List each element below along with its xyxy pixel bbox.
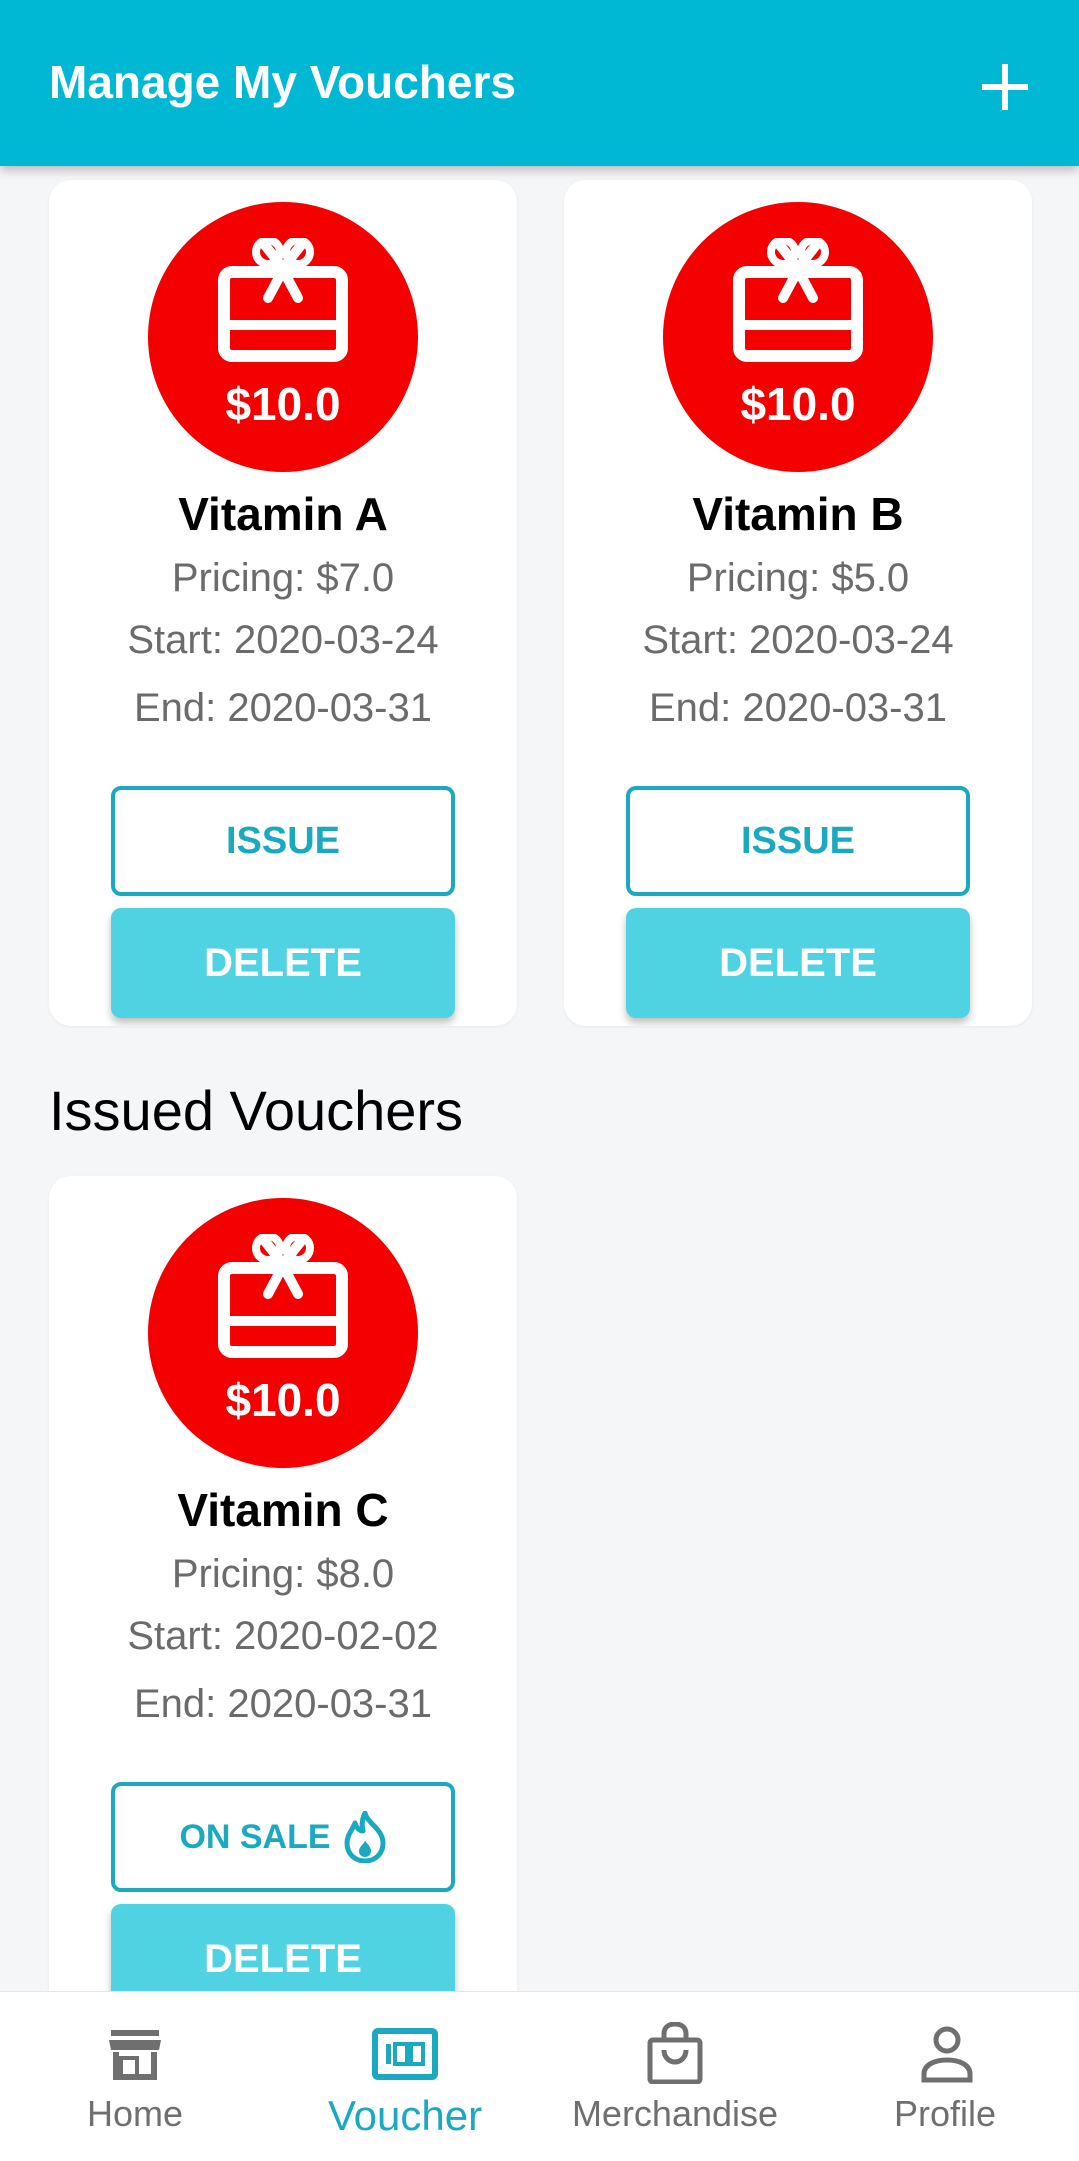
voucher-end-date: End: 2020-03-31 — [133, 1682, 432, 1726]
issued-vouchers-heading: Issued Vouchers — [49, 1079, 464, 1142]
nav-label-home: Home — [86, 2093, 184, 2134]
voucher-list: $10.0 Vitamin A Pricing: $7.0 Start: 202… — [0, 166, 1079, 1991]
app-bar: Manage My Vouchers — [0, 0, 1079, 166]
voucher-end-date: End: 2020-03-31 — [133, 686, 432, 730]
manage-vouchers-screen: Manage My Vouchers $10.0 Vitamin A Prici — [0, 0, 1079, 2161]
gift-card-icon — [733, 238, 863, 362]
delete-button[interactable]: DELETE — [626, 908, 970, 1018]
delete-button[interactable]: DELETE — [111, 908, 455, 1018]
voucher-name: Vitamin A — [178, 488, 388, 540]
nav-label-merchandise: Merchandise — [571, 2093, 779, 2134]
person-icon — [921, 2026, 973, 2083]
issued-voucher-card: $10.0 Vitamin C Pricing: $8.0 Start: 202… — [49, 1176, 517, 1991]
voucher-badge: $10.0 — [148, 1198, 418, 1468]
voucher-pricing: Pricing: $7.0 — [171, 556, 395, 600]
voucher-card: $10.0 Vitamin B Pricing: $5.0 Start: 202… — [564, 180, 1032, 1026]
voucher-start-date: Start: 2020-02-02 — [127, 1614, 439, 1658]
voucher-pricing: Pricing: $8.0 — [171, 1552, 395, 1596]
voucher-end-date: End: 2020-03-31 — [648, 686, 947, 730]
voucher-badge: $10.0 — [148, 202, 418, 472]
nav-label-voucher: Voucher — [327, 2092, 483, 2139]
page-title: Manage My Vouchers — [49, 56, 516, 108]
issue-button[interactable]: ISSUE — [111, 786, 455, 896]
fire-icon — [344, 1811, 386, 1863]
issue-button[interactable]: ISSUE — [626, 786, 970, 896]
shopping-bag-icon — [647, 2022, 703, 2084]
delete-button[interactable]: DELETE — [111, 1904, 455, 1991]
voucher-badge: $10.0 — [663, 202, 933, 472]
nav-label-profile: Profile — [893, 2093, 997, 2134]
voucher-amount: $10.0 — [740, 378, 856, 430]
voucher-name: Vitamin B — [692, 488, 904, 540]
plus-icon[interactable] — [970, 52, 1040, 122]
voucher-pricing: Pricing: $5.0 — [686, 556, 910, 600]
voucher-start-date: Start: 2020-03-24 — [127, 618, 439, 662]
on-sale-button[interactable]: ON SALE — [111, 1782, 455, 1892]
voucher-card: $10.0 Vitamin A Pricing: $7.0 Start: 202… — [49, 180, 517, 1026]
voucher-name: Vitamin C — [177, 1484, 389, 1536]
on-sale-label: ON SALE — [179, 1817, 331, 1856]
voucher-amount: $10.0 — [225, 378, 341, 430]
gift-card-icon — [218, 1234, 348, 1358]
nav-item-home[interactable]: Home — [0, 1992, 270, 2161]
voucher-icon — [372, 2028, 438, 2080]
voucher-amount: $10.0 — [225, 1374, 341, 1426]
nav-item-profile[interactable]: Profile — [810, 1992, 1079, 2161]
voucher-start-date: Start: 2020-03-24 — [642, 618, 954, 662]
nav-item-voucher[interactable]: Voucher — [270, 1992, 540, 2161]
nav-item-merchandise[interactable]: Merchandise — [540, 1992, 810, 2161]
gift-card-icon — [218, 238, 348, 362]
bottom-navigation: Home Voucher Merchandise Profile — [0, 1991, 1079, 2161]
store-icon — [109, 2030, 161, 2080]
